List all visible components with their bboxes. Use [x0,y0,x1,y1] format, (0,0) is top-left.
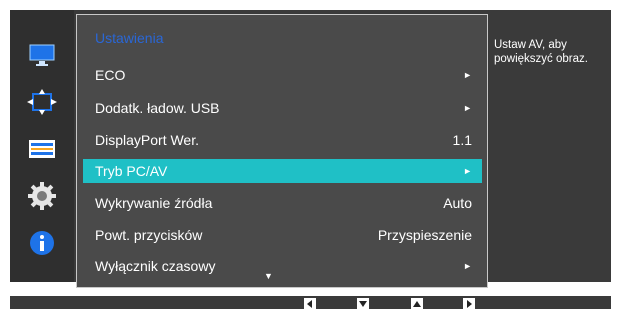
resize-icon[interactable] [24,87,60,117]
menu-item-eco[interactable]: ECO ► [83,63,482,87]
gear-icon[interactable] [24,181,60,211]
osd-window: Ustawienia ECO ► Dodatk. ładow. USB ► Di… [10,10,611,288]
settings-menu: Ustawienia ECO ► Dodatk. ładow. USB ► Di… [76,14,488,288]
down-icon[interactable] [357,298,369,309]
monitor-icon[interactable] [24,40,60,70]
chevron-right-icon: ► [463,261,472,271]
menu-item-off-timer[interactable]: Wyłącznik czasowy ► [83,254,482,278]
menu-item-label: Wyłącznik czasowy [95,258,216,274]
info-icon[interactable] [24,228,60,258]
chevron-right-icon: ► [463,70,472,80]
menu-title: Ustawienia [95,30,164,46]
menu-item-label: ECO [95,67,126,83]
settings-panel-icon[interactable] [24,134,60,164]
menu-item-value: Przyspieszenie [377,227,472,243]
menu-item-usb-charging[interactable]: Dodatk. ładow. USB ► [83,96,482,120]
menu-item-displayport-version[interactable]: DisplayPort Wer. 1.1 [83,128,482,152]
help-text: Ustaw AV, aby powiększyć obraz. [494,39,588,65]
menu-item-source-detection[interactable]: Wykrywanie źródła Auto [83,191,482,215]
chevron-right-icon: ► [463,166,472,176]
menu-item-value: Auto [443,195,472,211]
up-icon[interactable] [411,298,423,309]
left-icon[interactable] [304,298,316,309]
menu-item-value: 1.1 [452,132,472,148]
menu-item-label: DisplayPort Wer. [95,132,199,148]
menu-item-key-repeat[interactable]: Powt. przycisków Przyspieszenie [83,223,482,247]
menu-item-pc-av-mode[interactable]: Tryb PC/AV ► [83,159,482,183]
chevron-right-icon: ► [463,103,472,113]
menu-item-label: Powt. przycisków [95,227,203,243]
scroll-down-icon[interactable]: ▼ [264,271,273,281]
menu-item-label: Wykrywanie źródła [95,195,213,211]
sidebar [10,10,74,282]
menu-item-label: Tryb PC/AV [95,163,168,179]
right-icon[interactable] [463,298,475,309]
menu-item-label: Dodatk. ładow. USB [95,100,220,116]
